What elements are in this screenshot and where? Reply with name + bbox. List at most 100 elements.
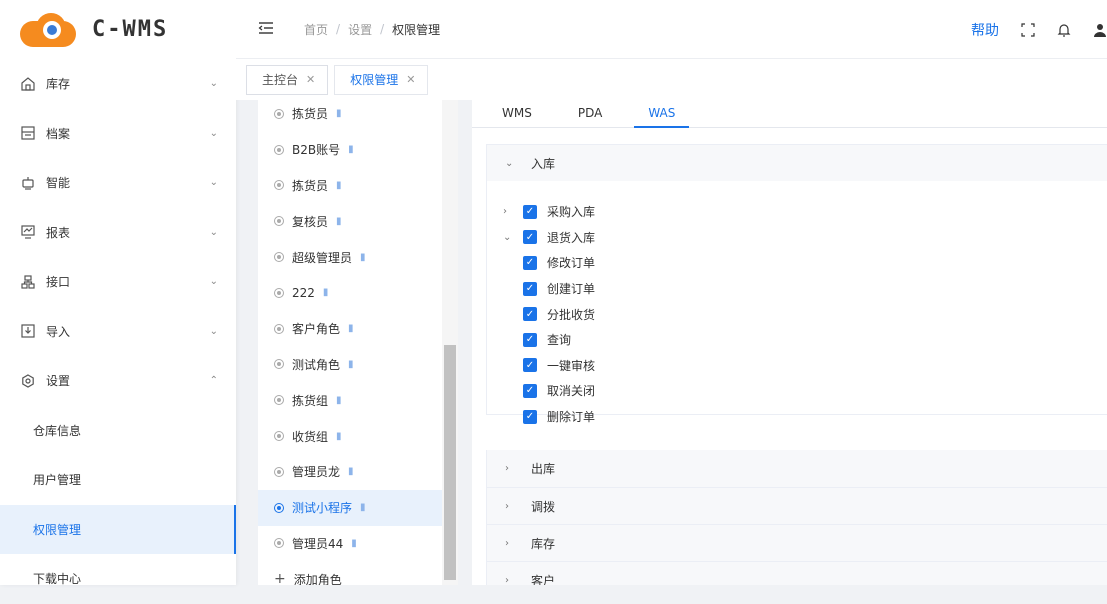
sidebar-item-smart[interactable]: 智能 ⌄ xyxy=(0,158,236,208)
checkbox[interactable]: ✓ xyxy=(523,383,537,398)
checkbox[interactable]: ✓ xyxy=(523,409,537,424)
gear-icon xyxy=(20,373,36,389)
role-item[interactable]: 测试小程序 ▮ xyxy=(258,489,442,526)
chevron-down-icon[interactable]: ⌄ xyxy=(503,232,517,243)
tab-wms[interactable]: WMS xyxy=(502,100,532,127)
menu-fold-icon[interactable] xyxy=(258,20,274,39)
section-title: 出库 xyxy=(531,462,556,476)
checkbox[interactable]: ✓ xyxy=(523,230,537,245)
robot-icon xyxy=(20,175,36,191)
role-item[interactable]: 管理员龙 ▮ xyxy=(258,454,442,490)
trash-icon[interactable]: ▮ xyxy=(351,538,357,549)
trash-icon[interactable]: ▮ xyxy=(336,108,342,119)
role-icon xyxy=(274,252,284,263)
trash-icon[interactable]: ▮ xyxy=(360,252,366,263)
add-role-button[interactable]: + 添加角色 xyxy=(258,561,442,585)
trash-icon[interactable]: ▮ xyxy=(323,287,329,298)
breadcrumb-separator: / xyxy=(336,22,341,36)
trash-icon[interactable]: ▮ xyxy=(348,359,354,370)
tab-pda[interactable]: PDA xyxy=(578,100,602,127)
checkbox[interactable]: ✓ xyxy=(523,204,537,219)
role-item[interactable]: 管理员44 ▮ xyxy=(258,526,442,562)
close-icon[interactable]: ✕ xyxy=(406,73,415,86)
chevron-down-icon: ⌄ xyxy=(209,177,218,189)
sidebar-subitem-download-center[interactable]: 下载中心 xyxy=(0,554,236,604)
sidebar: C-WMS 库存 ⌄ 档案 ⌄ 智能 ⌄ 报表 ⌄ 接口 ⌄ 导入 ⌄ 设置 ⌃… xyxy=(0,0,236,586)
role-item[interactable]: 测试角色 ▮ xyxy=(258,347,442,383)
sidebar-item-label: 智能 xyxy=(46,176,71,191)
checkbox[interactable]: ✓ xyxy=(523,332,537,347)
breadcrumb-home[interactable]: 首页 xyxy=(304,21,328,38)
sidebar-item-reports[interactable]: 报表 ⌄ xyxy=(0,208,236,258)
section-header-customer[interactable]: › 客户 xyxy=(487,561,1107,585)
tab-permission-management[interactable]: 权限管理 ✕ xyxy=(334,64,429,95)
sidebar-item-label: 档案 xyxy=(46,126,71,141)
role-label: 管理员44 xyxy=(292,536,344,551)
tabs-bar: 主控台 ✕ 权限管理 ✕ xyxy=(236,59,1107,100)
help-link[interactable]: 帮助 xyxy=(971,20,999,40)
role-item[interactable]: 222 ▮ xyxy=(258,275,442,311)
close-icon[interactable]: ✕ xyxy=(306,73,315,86)
fullscreen-icon[interactable] xyxy=(1021,22,1035,37)
role-item[interactable]: 客户角色 ▮ xyxy=(258,311,442,347)
chevron-right-icon[interactable]: › xyxy=(503,206,517,217)
tree-node-child: ✓ 修改订单 xyxy=(487,250,1107,276)
role-item[interactable]: 收货组 ▮ xyxy=(258,418,442,454)
role-icon xyxy=(274,287,284,298)
sidebar-item-import[interactable]: 导入 ⌄ xyxy=(0,307,236,357)
role-item[interactable]: 复核员 ▮ xyxy=(258,203,442,239)
role-item[interactable]: 拣货员 ▮ xyxy=(258,100,442,132)
role-item[interactable]: 拣货组 ▮ xyxy=(258,382,442,418)
section-outbound: › 出库 › 调拨 › 库存 › 客户 xyxy=(486,450,1107,585)
section-title: 调拨 xyxy=(531,499,556,514)
brand-logo[interactable]: C-WMS xyxy=(0,0,236,59)
sidebar-item-archive[interactable]: 档案 ⌄ xyxy=(0,109,236,159)
tab-dashboard[interactable]: 主控台 ✕ xyxy=(246,64,329,95)
checkbox[interactable]: ✓ xyxy=(523,281,537,296)
tree-node-label: 修改订单 xyxy=(547,256,596,271)
checkbox[interactable]: ✓ xyxy=(523,358,537,373)
tree-node-child: ✓ 一键审核 xyxy=(487,353,1107,379)
sidebar-item-interface[interactable]: 接口 ⌄ xyxy=(0,257,236,307)
trash-icon[interactable]: ▮ xyxy=(348,144,354,155)
role-item[interactable]: B2B账号 ▮ xyxy=(258,132,442,168)
tree-node-label: 退货入库 xyxy=(547,230,596,245)
sidebar-item-inventory[interactable]: 库存 ⌄ xyxy=(0,59,236,109)
trash-icon[interactable]: ▮ xyxy=(360,502,366,513)
trash-icon[interactable]: ▮ xyxy=(348,466,354,477)
checkbox[interactable]: ✓ xyxy=(523,255,537,270)
sidebar-subitem-user-management[interactable]: 用户管理 xyxy=(0,455,236,505)
user-avatar-icon[interactable] xyxy=(1093,23,1107,37)
breadcrumb-settings[interactable]: 设置 xyxy=(348,21,372,38)
role-list-scrollbar[interactable] xyxy=(442,100,458,585)
tree-node-purchase-inbound: › ✓ 采购入库 xyxy=(487,199,1107,225)
chevron-right-icon: › xyxy=(505,500,509,512)
home-icon xyxy=(20,76,36,92)
role-item[interactable]: 拣货员 ▮ xyxy=(258,168,442,204)
role-icon xyxy=(274,359,284,370)
trash-icon[interactable]: ▮ xyxy=(336,180,342,191)
section-header-transfer[interactable]: › 调拨 xyxy=(487,487,1107,524)
tree-node-label: 查询 xyxy=(547,333,572,348)
section-title: 库存 xyxy=(531,536,556,551)
scrollbar-thumb[interactable] xyxy=(444,345,456,580)
breadcrumb-current: 权限管理 xyxy=(392,22,441,37)
sidebar-subitem-permission-management[interactable]: 权限管理 xyxy=(0,504,236,554)
chevron-down-icon: ⌄ xyxy=(505,157,514,169)
tab-was[interactable]: WAS xyxy=(634,100,690,128)
section-header-outbound[interactable]: › 出库 xyxy=(487,450,1107,487)
trash-icon[interactable]: ▮ xyxy=(336,395,342,406)
bell-icon[interactable] xyxy=(1057,23,1071,37)
role-icon xyxy=(274,108,284,119)
trash-icon[interactable]: ▮ xyxy=(336,216,342,227)
sidebar-subitem-warehouse-info[interactable]: 仓库信息 xyxy=(0,406,236,456)
sidebar-item-label: 报表 xyxy=(46,225,71,240)
section-header-inbound[interactable]: ⌄ 入库 xyxy=(487,145,1107,181)
trash-icon[interactable]: ▮ xyxy=(348,323,354,334)
checkbox[interactable]: ✓ xyxy=(523,307,537,322)
section-header-inventory[interactable]: › 库存 xyxy=(487,524,1107,561)
sidebar-item-settings[interactable]: 设置 ⌃ xyxy=(0,356,236,406)
role-icon xyxy=(274,502,284,513)
role-item[interactable]: 超级管理员 ▮ xyxy=(258,239,442,275)
trash-icon[interactable]: ▮ xyxy=(336,431,342,442)
